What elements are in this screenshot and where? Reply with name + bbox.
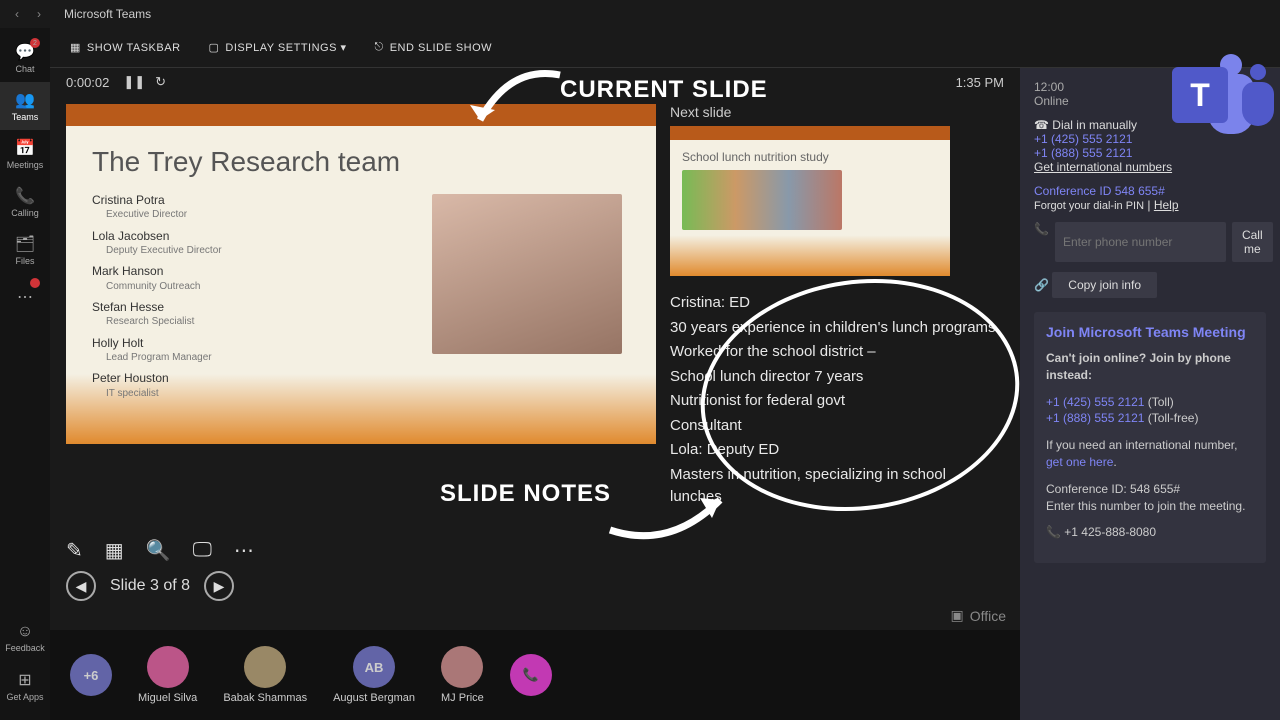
taskbar-icon: ▦ [70,41,81,54]
slide-photo [432,194,622,354]
list-item: Peter HoustonIT specialist [92,370,630,400]
presenter-view: 0:00:02 ❚❚ ↻ 1:35 PM The Trey Research t… [50,68,1020,630]
black-screen-button[interactable]: 🖵 [193,539,212,562]
tollfree-number-link[interactable]: +1 (888) 555 2121 [1034,146,1132,160]
rail-chat[interactable]: 💬Chat2 [0,34,50,82]
next-slide-button[interactable]: ▶ [204,571,234,601]
note-line: Nutritionist for federal govt [670,390,996,413]
rail-feedback[interactable]: ☺Feedback [0,614,50,662]
display-settings-button[interactable]: ▢DISPLAY SETTINGS ▾ [209,41,347,54]
title-bar: ‹ › Microsoft Teams [0,0,1280,28]
copy-join-info-button[interactable]: Copy join info [1052,272,1157,298]
app-rail: 💬Chat2 👥Teams 📅Meetings 📞Calling 🗂Files … [0,28,50,720]
teams-icon: 👥 [15,90,35,110]
end-icon: ⎋ [375,41,384,54]
apps-icon: ⊞ [18,670,31,690]
tollfree-link2[interactable]: +1 (888) 555 2121 [1046,411,1144,425]
teams-logo-overlay: T [1130,40,1270,150]
back-button[interactable]: ‹ [8,5,26,23]
get-intl-link[interactable]: get one here [1046,455,1113,469]
participant[interactable]: Babak Shammas [223,646,307,704]
intl-numbers-link[interactable]: Get international numbers [1034,160,1172,174]
chat-badge: 2 [30,38,40,48]
overflow-participants[interactable]: +6 [70,654,112,696]
end-slideshow-button[interactable]: ⎋END SLIDE SHOW [375,41,493,54]
pen-tool-button[interactable]: ✎ [66,538,83,563]
toll-number-link[interactable]: +1 (425) 555 2121 [1034,132,1132,146]
participant[interactable]: Miguel Silva [138,646,197,704]
note-line: 30 years experience in children's lunch … [670,317,996,340]
reset-timer-button[interactable]: ↻ [155,74,166,90]
presenter-toolbar: ▦SHOW TASKBAR ▢DISPLAY SETTINGS ▾ ⎋END S… [50,28,1280,68]
next-slide-label: Next slide [670,104,1004,120]
meetings-icon: 📅 [15,138,35,158]
participant[interactable]: MJ Price [441,646,484,704]
current-slide[interactable]: The Trey Research team Cristina PotraExe… [66,104,656,444]
prev-slide-button[interactable]: ◀ [66,571,96,601]
see-all-slides-button[interactable]: ▦ [105,538,124,563]
toll-link2[interactable]: +1 (425) 555 2121 [1046,395,1144,409]
note-line: Nutrition consultant for school district [670,511,996,513]
next-slide-image [682,170,842,230]
display-icon: ▢ [209,41,220,54]
show-taskbar-button[interactable]: ▦SHOW TASKBAR [70,41,181,54]
annotation-current-slide: CURRENT SLIDE [560,76,768,104]
participant[interactable]: 📞 [510,654,552,696]
more-icon: ⋯ [17,287,33,307]
logo-square-icon: T [1172,67,1228,123]
help-link[interactable]: Help [1154,198,1179,212]
join-info-block: Join Microsoft Teams Meeting Can't join … [1034,312,1266,563]
calling-icon: 📞 [15,186,35,206]
slide-title: The Trey Research team [92,146,630,178]
elapsed-timer: 0:00:02 [66,75,109,90]
avatar [441,646,483,688]
forward-button[interactable]: › [30,5,48,23]
clock-time: 1:35 PM [956,75,1004,90]
meeting-details-panel: 12:00Online ☎ Dial in manually +1 (425) … [1020,68,1280,720]
avatar [147,646,189,688]
call-me-button[interactable]: Call me [1232,222,1273,262]
annotation-slide-notes: SLIDE NOTES [440,480,611,508]
window-title: Microsoft Teams [64,7,151,21]
rail-calling[interactable]: 📞Calling [0,178,50,226]
more-options-button[interactable]: ⋯ [234,538,254,563]
next-slide-thumbnail[interactable]: School lunch nutrition study [670,126,950,276]
speaker-notes[interactable]: Cristina: ED 30 years experience in chil… [670,292,1004,512]
files-icon: 🗂 [15,234,35,254]
main-area: ▦SHOW TASKBAR ▢DISPLAY SETTINGS ▾ ⎋END S… [50,28,1280,720]
note-line: Worked for the school district – [670,341,996,364]
rail-meetings[interactable]: 📅Meetings [0,130,50,178]
avatar: AB [353,646,395,688]
note-line: Cristina: ED [670,292,996,315]
rail-files[interactable]: 🗂Files [0,226,50,274]
next-slide-title: School lunch nutrition study [682,150,938,164]
rail-more[interactable]: ⋯ [0,274,50,322]
phone-number-input[interactable] [1055,222,1226,262]
avatar: 📞 [510,654,552,696]
avatar: +6 [70,654,112,696]
conference-id-link[interactable]: Conference ID 548 655# [1034,184,1165,198]
rail-teams[interactable]: 👥Teams [0,82,50,130]
call-me-row: 📞 Call me [1034,222,1266,262]
logo-head2-icon [1250,64,1266,80]
slide-counter: Slide 3 of 8 [110,577,190,595]
note-line: School lunch director 7 years [670,366,996,389]
pause-timer-button[interactable]: ❚❚ [123,74,145,90]
office-brand: ▣ Office [950,607,1006,624]
zoom-button[interactable]: 🔍 [146,538,171,563]
join-title: Join Microsoft Teams Meeting [1046,324,1254,340]
note-line: Masters in nutrition, specializing in sc… [670,464,996,509]
presenter-controls: ✎ ▦ 🔍 🖵 ⋯ ◀ Slide 3 of 8 ▶ [50,530,1020,630]
feedback-icon: ☺ [17,623,33,641]
timer-row: 0:00:02 ❚❚ ↻ 1:35 PM [50,68,1020,96]
note-line: Lola: Deputy ED [670,439,996,462]
logo-body2-icon [1242,82,1274,126]
conference-id-row: Conference ID 548 655# Forgot your dial-… [1034,184,1266,212]
participants-strip: +6 Miguel Silva Babak Shammas ABAugust B… [50,630,1020,720]
note-line: Consultant [670,415,996,438]
rail-getapps[interactable]: ⊞Get Apps [0,662,50,710]
participant[interactable]: ABAugust Bergman [333,646,415,704]
avatar [244,646,286,688]
